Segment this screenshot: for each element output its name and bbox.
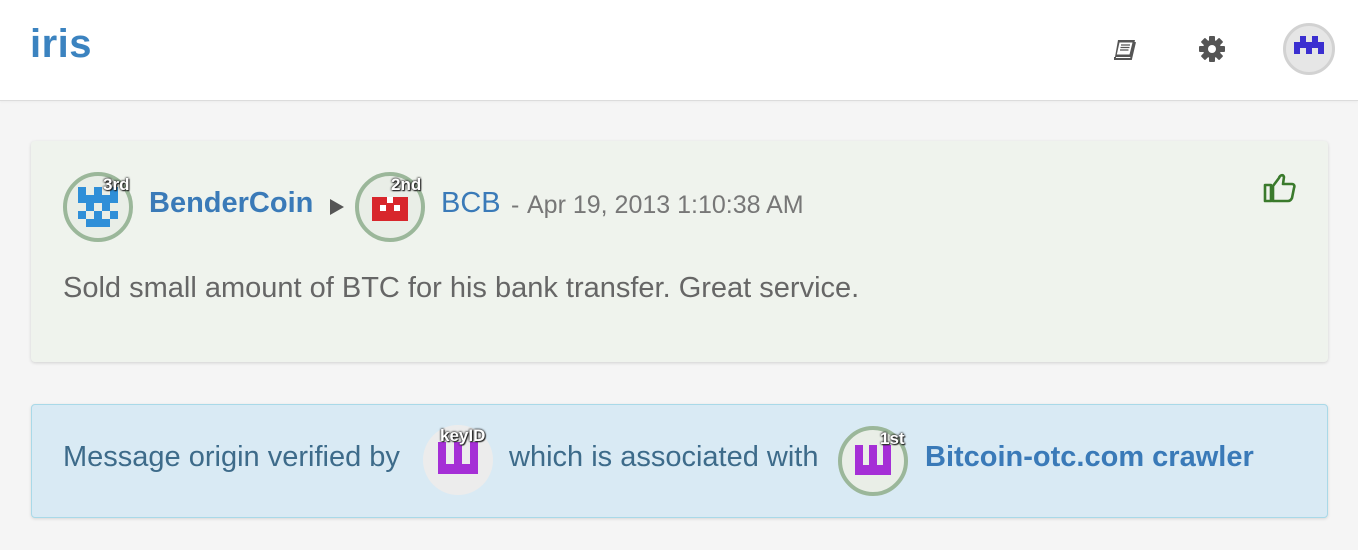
verification-middle: which is associated with [509, 441, 819, 473]
book-icon[interactable] [1112, 36, 1138, 62]
verifier-name-link[interactable]: Bitcoin-otc.com crawler [925, 441, 1254, 474]
author-name-link[interactable]: BenderCoin [149, 187, 313, 220]
message-timestamp: Apr 19, 2013 1:10:38 AM [527, 191, 804, 219]
thumbs-up-icon[interactable] [1263, 171, 1297, 205]
user-identicon [1294, 36, 1324, 54]
author-avatar[interactable]: 3rd [63, 172, 133, 242]
verifier-avatar[interactable]: 1st [838, 426, 908, 496]
recipient-name-link[interactable]: BCB [441, 187, 501, 220]
gear-icon[interactable] [1198, 35, 1226, 63]
author-rank-badge: 3rd [103, 175, 130, 194]
top-navbar: iris [0, 0, 1358, 101]
message-body: Sold small amount of BTC for his bank tr… [63, 272, 860, 304]
recipient-rank-badge: 2nd [391, 175, 422, 194]
brand-logo[interactable]: iris [30, 22, 92, 67]
key-id-badge: keyID [440, 426, 486, 445]
verification-prefix: Message origin verified by [63, 441, 400, 473]
message-card [31, 141, 1328, 362]
recipient-avatar[interactable]: 2nd [355, 172, 425, 242]
user-avatar-button[interactable] [1283, 23, 1335, 75]
timestamp-separator: - [511, 191, 520, 219]
arrow-right-icon [330, 199, 344, 215]
key-avatar[interactable]: keyID [423, 425, 493, 495]
verifier-rank-badge: 1st [880, 429, 905, 448]
